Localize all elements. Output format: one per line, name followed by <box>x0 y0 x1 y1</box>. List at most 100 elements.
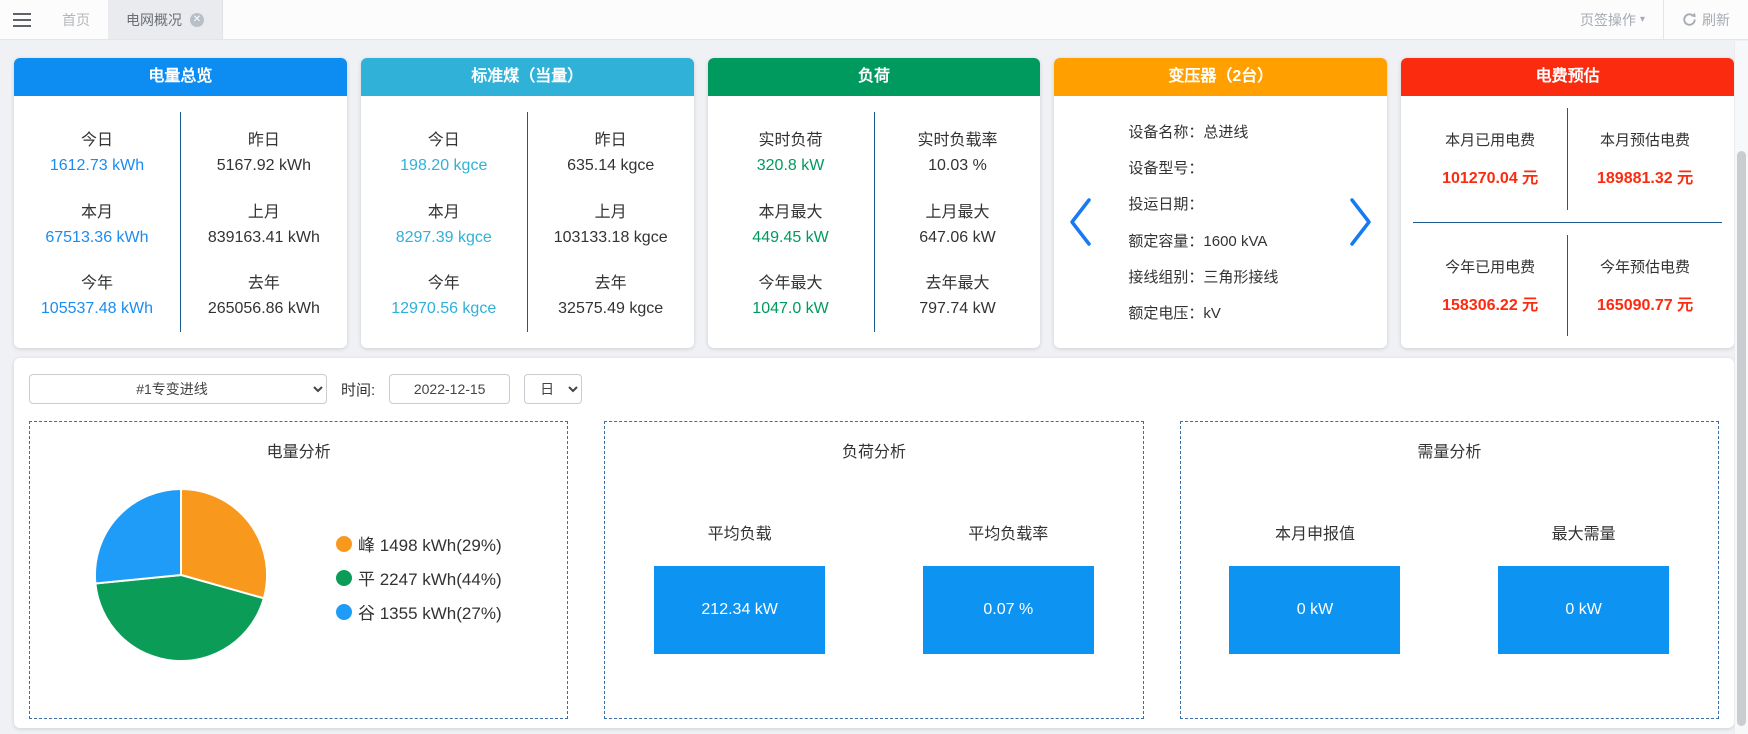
refresh-label: 刷新 <box>1702 10 1730 30</box>
refresh-button[interactable]: 刷新 <box>1664 0 1748 39</box>
line-select[interactable]: #1专变进线 <box>29 374 327 404</box>
panel-load-analysis-title: 负荷分析 <box>605 438 1142 462</box>
card-energy-overview-title: 电量总览 <box>14 58 347 96</box>
panel-demand-analysis: 需量分析 本月申报值 0 kW 最大需量 0 kW <box>1180 421 1719 719</box>
metric-label: 最大需量 <box>1552 520 1616 544</box>
stat-label: 昨日 <box>217 126 311 150</box>
filter-row: #1专变进线 时间: 日 <box>29 374 1719 404</box>
card-transformer-title: 变压器（2台） <box>1054 58 1387 96</box>
topbar: 首页 电网概况 ✕ 页签操作 ▾ 刷新 <box>0 0 1748 40</box>
stat-value: 67513.36 kWh <box>45 229 148 247</box>
stat-cell: 今日 198.20 kgce <box>400 126 487 175</box>
card-standard-coal: 标准煤（当量） 今日 198.20 kgce 本月 8297.39 kgce 今… <box>361 58 694 348</box>
stat-column: 昨日 635.14 kgce 上月 103133.18 kgce 去年 3257… <box>528 96 694 348</box>
stat-label: 实时负载率 <box>917 126 997 150</box>
hamburger-icon <box>13 19 31 21</box>
hamburger-menu-button[interactable] <box>0 0 44 39</box>
legend-item: 峰 1498 kWh(29%) <box>336 531 502 556</box>
tab-close-icon[interactable]: ✕ <box>190 13 204 27</box>
chevron-right-icon <box>1348 196 1374 248</box>
stat-value: 32575.49 kgce <box>558 300 663 318</box>
stat-cell: 本月 67513.36 kWh <box>45 198 148 247</box>
transformer-detail-list: 设备名称：总进线 设备型号： 投运日期： 额定容量：1600 kVA 接线组别：… <box>1100 96 1341 348</box>
fee-row: 今年已用电费 158306.22 元 今年预估电费 165090.77 元 <box>1413 222 1722 349</box>
date-input[interactable] <box>389 374 510 404</box>
stat-cell: 今日 1612.73 kWh <box>50 126 144 175</box>
refresh-icon <box>1682 12 1697 27</box>
carousel-prev-button[interactable] <box>1060 182 1100 262</box>
stat-label: 今日 <box>50 126 144 150</box>
card-fee-estimate-body: 本月已用电费 101270.04 元 本月预估电费 189881.32 元 今年… <box>1401 96 1734 348</box>
transformer-row-label: 投运日期： <box>1128 196 1203 213</box>
stat-column: 实时负载率 10.03 % 上月最大 647.06 kW 去年最大 797.74… <box>875 96 1041 348</box>
transformer-row: 投运日期： <box>1128 193 1341 214</box>
card-load-body: 实时负荷 320.8 kW 本月最大 449.45 kW 今年最大 1047.0… <box>708 96 1041 348</box>
legend-dot-flat <box>336 570 352 586</box>
stat-value: 198.20 kgce <box>400 157 487 175</box>
fee-cell: 今年已用电费 158306.22 元 <box>1413 223 1567 349</box>
stat-value: 635.14 kgce <box>567 157 654 175</box>
transformer-row-label: 接线组别： <box>1128 269 1203 286</box>
period-select[interactable]: 日 <box>524 374 582 404</box>
transformer-row-value: 总进线 <box>1203 124 1248 141</box>
panel-load-analysis: 负荷分析 平均负载 212.34 kW 平均负载率 0.07 % <box>604 421 1143 719</box>
tab-grid-overview[interactable]: 电网概况 ✕ <box>108 0 223 39</box>
stat-cell: 上月最大 647.06 kW <box>919 198 995 247</box>
transformer-row-value: 三角形接线 <box>1203 269 1278 286</box>
analysis-panels-row: 电量分析 峰 1498 kWh(29%) 平 2247 kWh(44%) <box>29 421 1719 719</box>
metric-value-box: 0 kW <box>1229 566 1400 654</box>
metric-declared-value: 本月申报值 0 kW <box>1229 520 1400 654</box>
stat-cell: 今年最大 1047.0 kW <box>752 269 828 318</box>
tab-home-label: 首页 <box>62 10 90 30</box>
stat-label: 本月最大 <box>752 198 828 222</box>
stat-label: 今日 <box>400 126 487 150</box>
stat-cell: 本月最大 449.45 kW <box>752 198 828 247</box>
transformer-row: 额定电压：kV <box>1128 302 1341 323</box>
stat-label: 实时负荷 <box>757 126 825 150</box>
metric-average-load: 平均负载 212.34 kW <box>654 520 825 654</box>
stat-label: 上月 <box>208 198 320 222</box>
pie-chart-wrap <box>92 486 270 669</box>
legend-item: 平 2247 kWh(44%) <box>336 565 502 590</box>
carousel-next-button[interactable] <box>1341 182 1381 262</box>
stat-cell: 去年最大 797.74 kW <box>919 269 995 318</box>
fee-cell: 本月已用电费 101270.04 元 <box>1413 96 1567 222</box>
stat-value: 320.8 kW <box>757 157 825 175</box>
stat-value: 797.74 kW <box>919 300 995 318</box>
fee-value: 189881.32 元 <box>1597 164 1693 188</box>
transformer-row: 接线组别：三角形接线 <box>1128 266 1341 287</box>
panel-energy-analysis-title: 电量分析 <box>30 438 567 462</box>
fee-cell: 本月预估电费 189881.32 元 <box>1568 96 1722 222</box>
fee-label: 今年预估电费 <box>1600 256 1690 277</box>
stat-value: 647.06 kW <box>919 229 995 247</box>
legend-item: 谷 1355 kWh(27%) <box>336 599 502 624</box>
pie-chart <box>92 486 270 664</box>
transformer-row-value: 1600 kVA <box>1203 233 1267 250</box>
metric-value-box: 0 kW <box>1498 566 1669 654</box>
stat-value: 449.45 kW <box>752 229 828 247</box>
tab-operations-button[interactable]: 页签操作 ▾ <box>1562 0 1663 39</box>
stat-label: 今年最大 <box>752 269 828 293</box>
fee-value: 165090.77 元 <box>1597 291 1693 315</box>
transformer-row-value: kV <box>1203 305 1221 322</box>
transformer-row: 设备名称：总进线 <box>1128 121 1341 142</box>
card-transformer-body: 设备名称：总进线 设备型号： 投运日期： 额定容量：1600 kVA 接线组别：… <box>1054 96 1387 348</box>
app-root: 首页 电网概况 ✕ 页签操作 ▾ 刷新 电量总览 今日 <box>0 0 1748 734</box>
legend-dot-peak <box>336 536 352 552</box>
stat-cell: 上月 103133.18 kgce <box>554 198 668 247</box>
stat-label: 本月 <box>45 198 148 222</box>
stat-cell: 今年 12970.56 kgce <box>391 269 496 318</box>
stat-value: 1047.0 kW <box>752 300 828 318</box>
stat-column: 昨日 5167.92 kWh 上月 839163.41 kWh 去年 26505… <box>181 96 347 348</box>
tab-grid-overview-label: 电网概况 <box>126 10 182 30</box>
stat-label: 上月 <box>554 198 668 222</box>
scrollbar-thumb[interactable] <box>1737 151 1746 726</box>
stat-cell: 去年 32575.49 kgce <box>558 269 663 318</box>
panel-demand-analysis-title: 需量分析 <box>1181 438 1718 462</box>
legend-label: 峰 1498 kWh(29%) <box>358 531 502 556</box>
scrollbar-track[interactable] <box>1734 41 1748 734</box>
metric-value-box: 0.07 % <box>923 566 1094 654</box>
stat-value: 265056.86 kWh <box>208 300 320 318</box>
tab-home[interactable]: 首页 <box>44 0 108 39</box>
metric-label: 平均负载 <box>708 520 772 544</box>
